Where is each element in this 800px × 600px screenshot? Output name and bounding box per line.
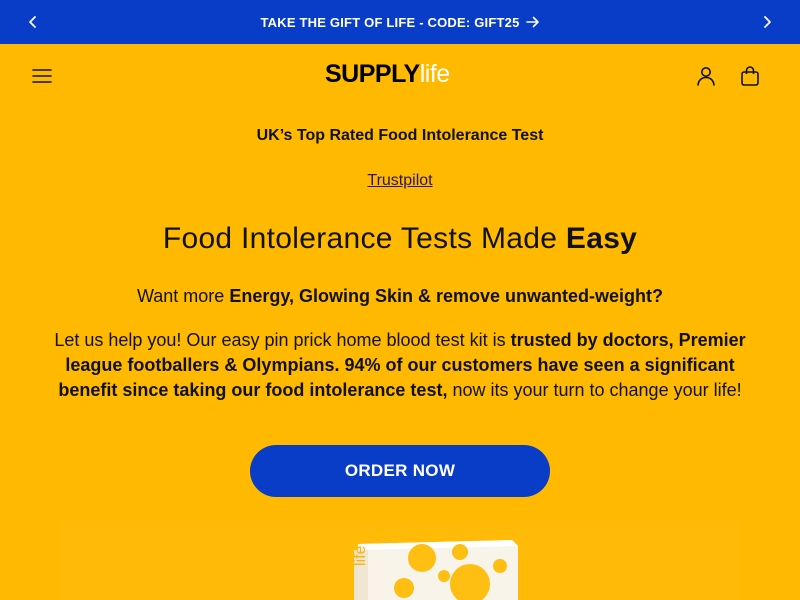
- headline-regular: Food Intolerance Tests Made: [162, 222, 566, 255]
- subheadline: Want more Energy, Glowing Skin & remove …: [0, 286, 800, 307]
- para-text-1: Let us help you! Our easy pin prick home…: [54, 330, 511, 350]
- trustpilot-link[interactable]: Trustpilot: [367, 172, 432, 189]
- announcement-bar: TAKE THE GIFT OF LIFE - CODE: GIFT25: [0, 0, 800, 44]
- hero-description: Let us help you! Our easy pin prick home…: [48, 328, 752, 403]
- headline-bold: Easy: [565, 222, 638, 255]
- chevron-left-icon[interactable]: [24, 13, 42, 31]
- account-icon[interactable]: [694, 64, 718, 88]
- product-box-brand: life: [352, 545, 369, 566]
- page-title: Food Intolerance Tests Made Easy: [0, 222, 800, 256]
- subline-bold: Energy, Glowing Skin & remove unwanted-w…: [229, 286, 664, 306]
- product-box-image: [354, 540, 518, 600]
- site-header: SUPPLY life: [0, 44, 800, 108]
- arrow-right-icon: [525, 16, 539, 28]
- cart-icon[interactable]: [738, 64, 762, 88]
- top-rated-text: UK’s Top Rated Food Intolerance Test: [256, 127, 544, 144]
- chevron-right-icon[interactable]: [758, 13, 776, 31]
- logo-light-text: life: [419, 60, 450, 88]
- subline-regular: Want more: [136, 286, 230, 306]
- site-logo[interactable]: SUPPLY life: [325, 60, 450, 92]
- para-text-2: now its your turn to change your life!: [447, 380, 742, 400]
- hamburger-menu-icon[interactable]: [30, 64, 54, 88]
- logo-bold-text: SUPPLY: [325, 60, 420, 88]
- announcement-text: TAKE THE GIFT OF LIFE - CODE: GIFT25: [260, 14, 520, 30]
- announcement-link[interactable]: TAKE THE GIFT OF LIFE - CODE: GIFT25: [260, 15, 539, 30]
- order-now-button[interactable]: ORDER NOW: [250, 445, 550, 497]
- trustpilot-widget: Trustpilot: [0, 172, 800, 190]
